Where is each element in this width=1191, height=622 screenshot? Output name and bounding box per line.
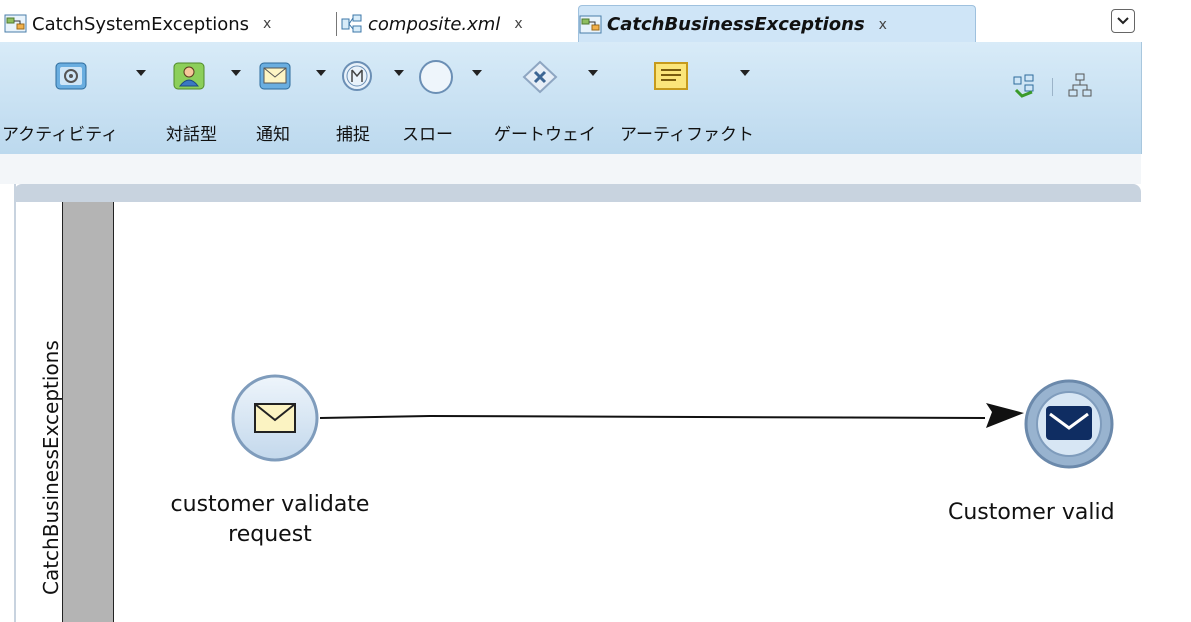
- message-end-event[interactable]: [1024, 379, 1114, 469]
- sequence-flow[interactable]: [319, 403, 1024, 428]
- message-start-event[interactable]: [231, 374, 319, 462]
- start-event-label-line1: customer validate: [170, 492, 370, 517]
- end-event-label: Customer valid: [948, 500, 1115, 525]
- message-start-event-icon: [254, 403, 296, 433]
- start-event-label-line2: request: [228, 522, 312, 547]
- start-event-label: customer validate request: [120, 490, 420, 550]
- message-end-event-icon: [1046, 406, 1092, 440]
